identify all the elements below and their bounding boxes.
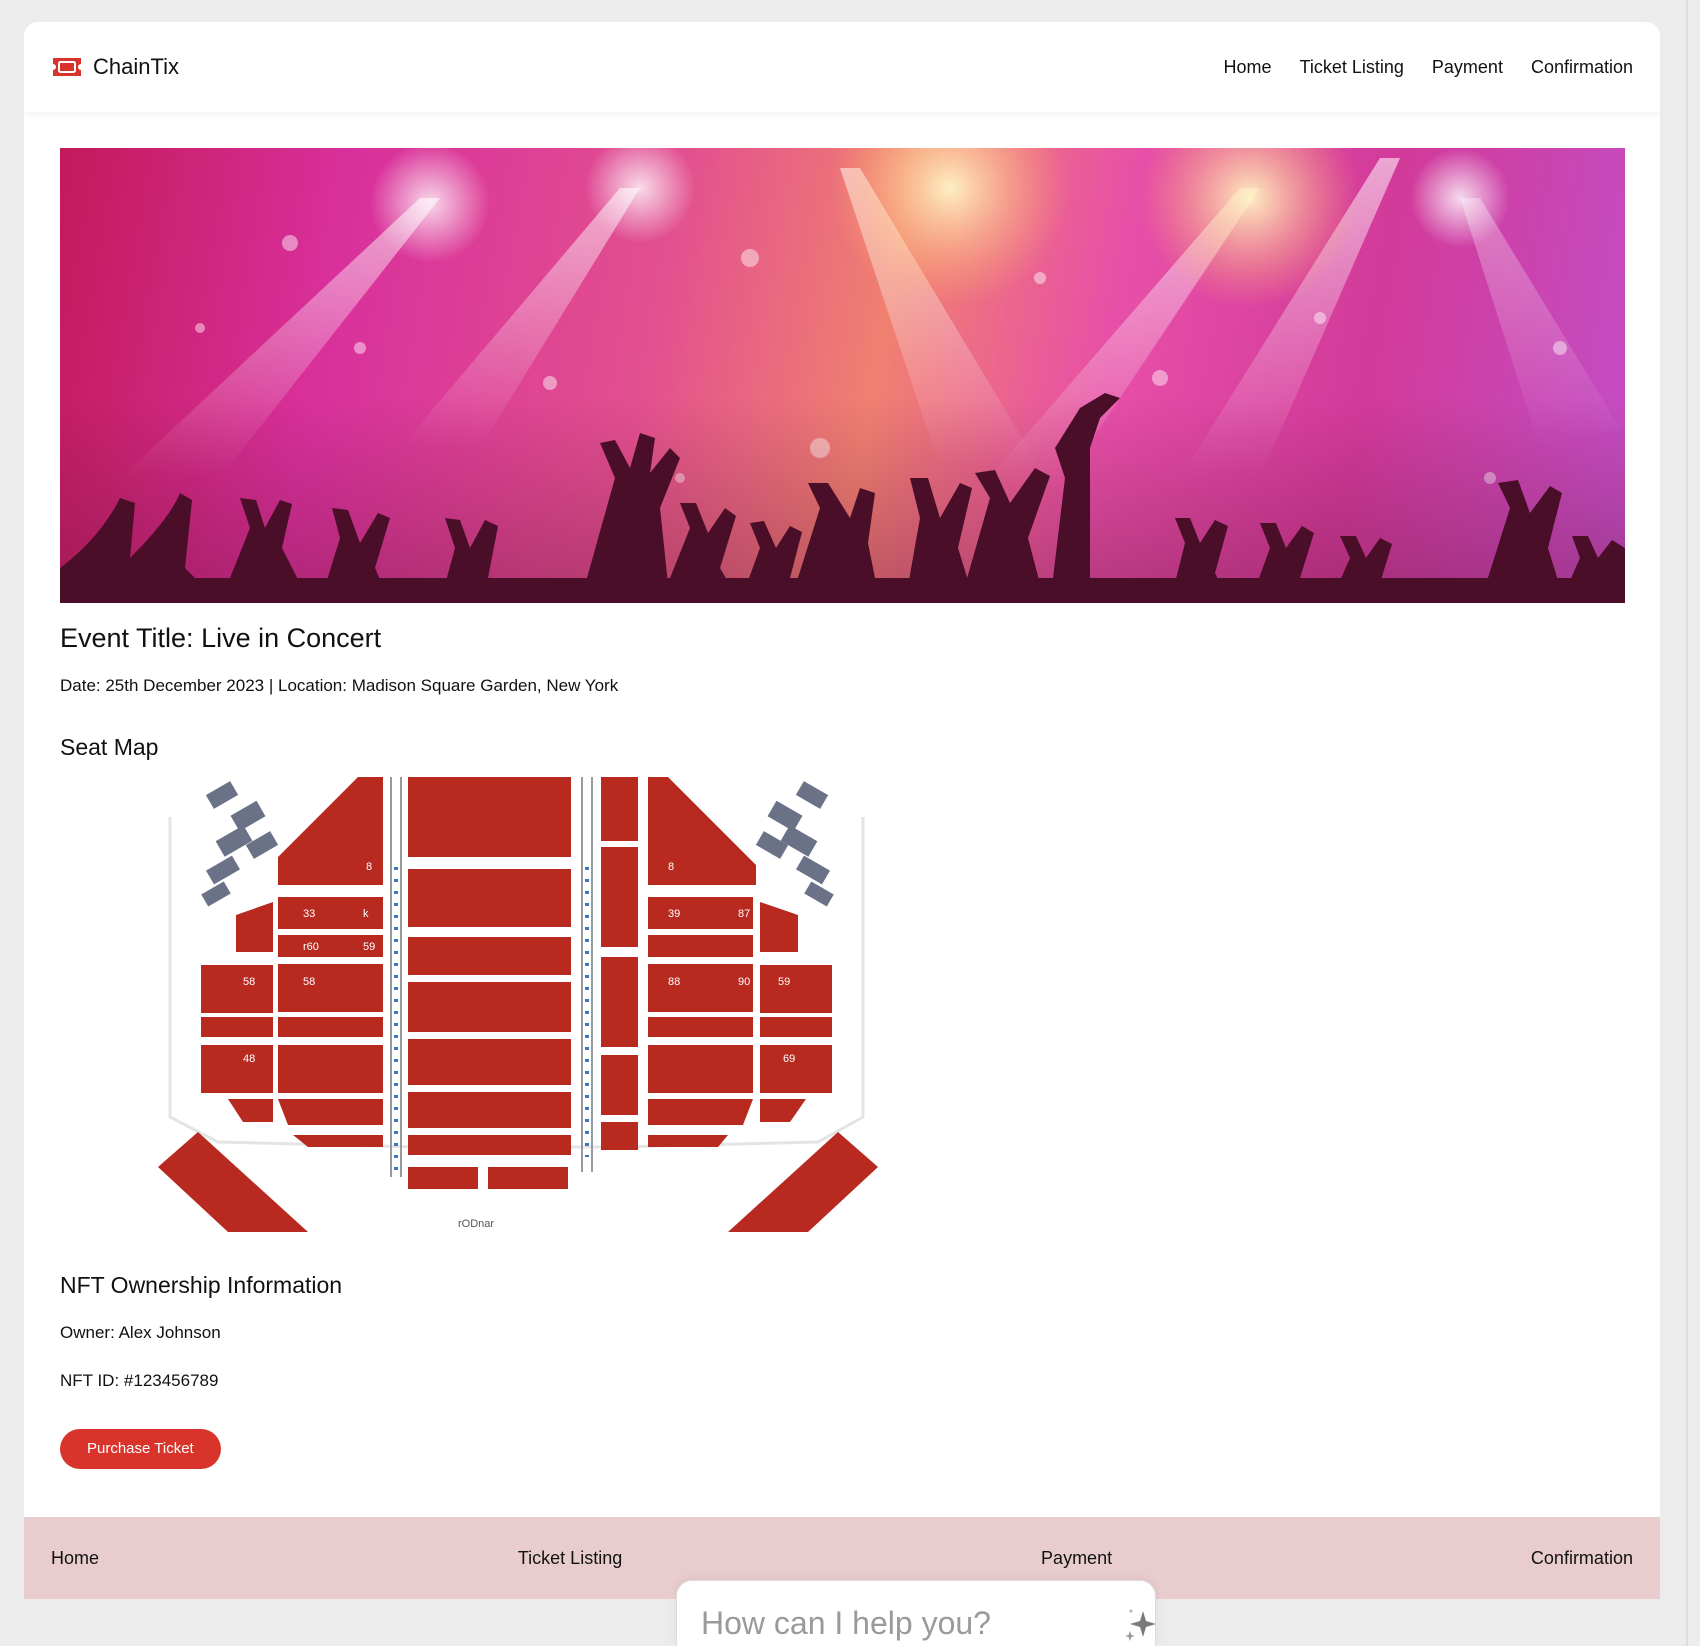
nav-confirmation[interactable]: Confirmation [1531, 57, 1633, 78]
svg-text:90: 90 [738, 976, 750, 988]
svg-text:88: 88 [668, 976, 680, 988]
footer-confirmation[interactable]: Confirmation [1531, 1548, 1633, 1569]
svg-text:48: 48 [243, 1053, 255, 1065]
seat-map-image[interactable]: 8 33 k r60 59 58 58 8 39 87 90 59 88 69 48 rODnar [158, 777, 878, 1232]
brand-name: ChainTix [93, 54, 179, 79]
svg-text:69: 69 [783, 1053, 795, 1065]
svg-text:8: 8 [366, 861, 372, 873]
svg-text:39: 39 [668, 908, 680, 920]
svg-text:33: 33 [303, 908, 315, 920]
top-navbar: ChainTix Home Ticket Listing Payment Con… [24, 22, 1660, 112]
svg-text:k: k [363, 908, 369, 920]
assistant-input[interactable] [701, 1605, 1121, 1642]
svg-text:58: 58 [303, 976, 315, 988]
main-content: Event Title: Live in Concert Date: 25th … [24, 112, 1660, 1469]
sparkle-icon[interactable] [1121, 1605, 1159, 1643]
svg-text:58: 58 [243, 976, 255, 988]
nav-home[interactable]: Home [1224, 57, 1272, 78]
nav-payment[interactable]: Payment [1432, 57, 1503, 78]
footer-home[interactable]: Home [51, 1548, 99, 1569]
app-window: ChainTix Home Ticket Listing Payment Con… [24, 22, 1660, 1599]
svg-text:87: 87 [738, 908, 750, 920]
event-meta: Date: 25th December 2023 | Location: Mad… [60, 676, 619, 695]
nft-owner: Owner: Alex Johnson [60, 1323, 221, 1342]
nav-ticket-listing[interactable]: Ticket Listing [1300, 57, 1404, 78]
svg-text:59: 59 [363, 941, 375, 953]
footer-payment[interactable]: Payment [1041, 1548, 1112, 1569]
brand[interactable]: ChainTix [51, 54, 179, 80]
footer-ticket-listing[interactable]: Ticket Listing [518, 1548, 622, 1569]
assistant-prompt [676, 1580, 1156, 1646]
svg-text:8: 8 [668, 861, 674, 873]
nft-heading: NFT Ownership Information [60, 1272, 343, 1298]
nft-id: NFT ID: #123456789 [60, 1371, 219, 1390]
seat-map-heading: Seat Map [60, 734, 159, 760]
ticket-icon [51, 56, 83, 78]
purchase-ticket-button[interactable]: Purchase Ticket [60, 1429, 221, 1469]
event-title: Event Title: Live in Concert [60, 623, 382, 653]
svg-text:59: 59 [778, 976, 790, 988]
window-edge [1686, 0, 1700, 1646]
main-nav: Home Ticket Listing Payment Confirmation [1224, 57, 1633, 78]
svg-text:rODnar: rODnar [458, 1218, 494, 1230]
hero-image [60, 148, 1625, 603]
svg-text:r60: r60 [303, 941, 319, 953]
